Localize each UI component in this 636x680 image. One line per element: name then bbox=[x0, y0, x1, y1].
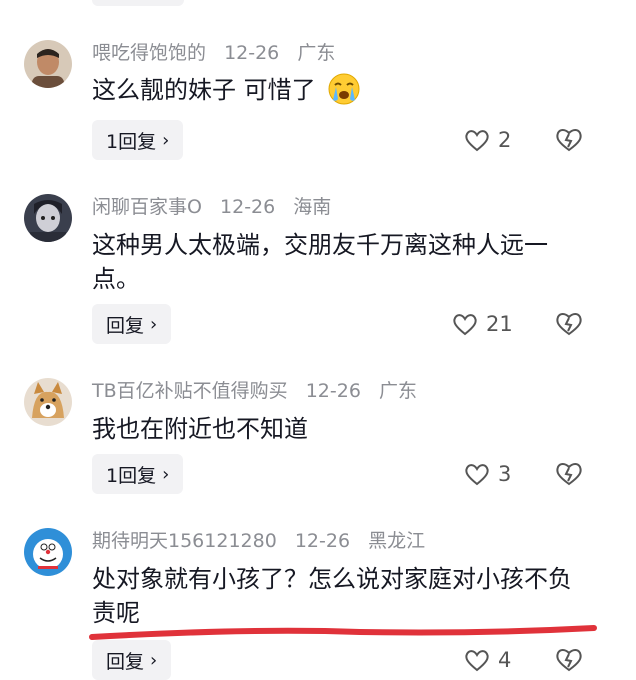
avatar[interactable] bbox=[24, 194, 72, 242]
reply-label: 回复 bbox=[106, 314, 145, 337]
avatar[interactable] bbox=[24, 40, 72, 88]
avatar[interactable] bbox=[24, 378, 72, 426]
comment-location: 黑龙江 bbox=[368, 530, 426, 552]
comment-location: 海南 bbox=[293, 196, 332, 218]
comment-text: 这种男人太极端，交朋友千万离这种人远一点。 bbox=[92, 231, 548, 293]
username[interactable]: 喂吃得饱饱的 bbox=[92, 42, 206, 64]
like-button[interactable]: 21 bbox=[452, 304, 513, 344]
reply-button[interactable]: 回复 › bbox=[92, 304, 172, 344]
reply-button[interactable]: 1回复 › bbox=[92, 120, 184, 160]
username[interactable]: TB百亿补贴不值得购买 bbox=[92, 380, 288, 402]
comment-meta: 期待明天156121280 12-26 黑龙江 bbox=[92, 528, 437, 554]
chevron-right-icon: › bbox=[150, 649, 158, 671]
chevron-right-icon: › bbox=[162, 463, 170, 485]
reply-button[interactable]: 1回复 › bbox=[92, 454, 184, 494]
chevron-right-icon: › bbox=[150, 313, 158, 335]
comment-meta: TB百亿补贴不值得购买 12-26 广东 bbox=[92, 378, 429, 404]
crying-face-emoji-icon bbox=[327, 72, 361, 115]
comment-date: 12-26 bbox=[305, 380, 361, 402]
comment-text: 我也在附近也不知道 bbox=[92, 415, 308, 443]
dislike-button[interactable] bbox=[555, 120, 583, 160]
broken-heart-icon bbox=[556, 463, 582, 486]
like-count: 4 bbox=[498, 648, 512, 672]
comment-meta: 喂吃得饱饱的 12-26 广东 bbox=[92, 40, 347, 66]
reply-button[interactable]: 回复 › bbox=[92, 640, 172, 680]
broken-heart-icon bbox=[556, 649, 582, 672]
comment-date: 12-26 bbox=[224, 42, 280, 64]
previous-reply-button-edge[interactable] bbox=[92, 0, 184, 6]
broken-heart-icon bbox=[556, 129, 582, 152]
reply-label: 回复 bbox=[106, 650, 145, 673]
username[interactable]: 期待明天156121280 bbox=[92, 530, 277, 552]
dislike-button[interactable] bbox=[555, 454, 583, 494]
chevron-right-icon: › bbox=[162, 129, 170, 151]
dislike-button[interactable] bbox=[555, 304, 583, 344]
comment-text: 处对象就有小孩了？怎么说对家庭对小孩不负责呢 bbox=[92, 565, 572, 627]
heart-icon bbox=[453, 314, 477, 336]
like-count: 21 bbox=[486, 312, 513, 336]
comment-text: 这么靓的妹子 可惜了 bbox=[92, 72, 592, 115]
avatar[interactable] bbox=[24, 528, 72, 576]
username[interactable]: 闲聊百家事O bbox=[92, 196, 202, 218]
comment-text-content: 这么靓的妹子 可惜了 bbox=[92, 76, 316, 104]
like-button[interactable]: 3 bbox=[464, 454, 511, 494]
heart-icon bbox=[465, 464, 489, 486]
comment-date: 12-26 bbox=[294, 530, 351, 552]
like-button[interactable]: 4 bbox=[464, 640, 511, 680]
reply-label: 1回复 bbox=[106, 464, 157, 487]
comment-date: 12-26 bbox=[220, 196, 276, 218]
comment-location: 广东 bbox=[378, 380, 417, 402]
heart-icon bbox=[465, 650, 489, 672]
like-count: 2 bbox=[498, 128, 512, 152]
comment-location: 广东 bbox=[297, 42, 336, 64]
broken-heart-icon bbox=[556, 313, 582, 336]
reply-label: 1回复 bbox=[106, 130, 157, 153]
like-button[interactable]: 2 bbox=[464, 120, 511, 160]
dislike-button[interactable] bbox=[555, 640, 583, 680]
comment-meta: 闲聊百家事O 12-26 海南 bbox=[92, 194, 343, 220]
heart-icon bbox=[465, 130, 489, 152]
like-count: 3 bbox=[498, 462, 512, 486]
